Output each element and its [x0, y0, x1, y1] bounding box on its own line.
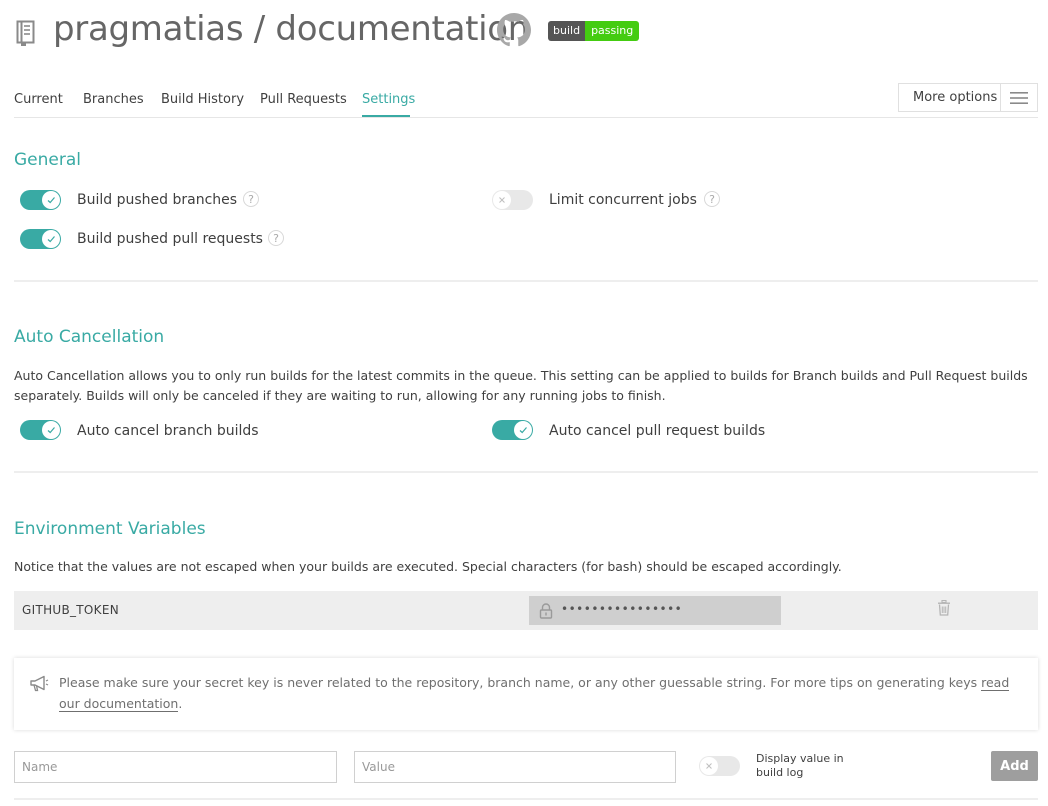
trash-icon[interactable] [937, 600, 951, 616]
env-value-input[interactable] [354, 751, 676, 783]
notice-end: . [178, 696, 183, 711]
tabs-divider [14, 117, 1038, 118]
add-env-var-button[interactable]: Add [991, 751, 1038, 781]
section-title-general: General [14, 150, 81, 170]
repository-title: pragmatias / documentation [53, 9, 530, 49]
repository-icon [16, 20, 35, 46]
display-value-label: Display value in build log [756, 752, 844, 779]
badge-status: passing [585, 21, 640, 41]
section-divider [14, 471, 1038, 473]
build-status-badge[interactable]: build passing [548, 21, 640, 41]
secret-key-notice-text: Please make sure your secret key is neve… [59, 672, 1019, 714]
tab-pull-requests[interactable]: Pull Requests [260, 92, 347, 107]
env-var-row [14, 591, 1038, 630]
toggle-display-value-in-build-log[interactable] [699, 756, 740, 776]
x-icon [700, 757, 718, 775]
toggle-auto-cancel-branch-builds[interactable] [20, 420, 61, 440]
help-icon[interactable]: ? [268, 230, 284, 246]
notice-body: Please make sure your secret key is neve… [59, 675, 982, 690]
env-vars-notice: Notice that the values are not escaped w… [14, 559, 842, 574]
more-options-label: More options [913, 90, 998, 105]
option-label: Auto cancel branch builds [77, 423, 259, 439]
section-divider [14, 280, 1038, 282]
more-options-button[interactable]: More options [898, 83, 1038, 112]
x-icon [493, 191, 511, 209]
tab-build-history[interactable]: Build History [161, 92, 244, 107]
auto-cancellation-description: Auto Cancellation allows you to only run… [14, 368, 1028, 403]
toggle-auto-cancel-pull-request-builds[interactable] [492, 420, 533, 440]
toggle-build-pushed-pull-requests[interactable] [20, 229, 61, 249]
section-title-environment-variables: Environment Variables [14, 519, 206, 539]
section-divider [14, 798, 1038, 800]
option-label: Auto cancel pull request builds [549, 423, 766, 439]
github-icon[interactable] [497, 13, 531, 47]
check-icon [42, 230, 60, 248]
tab-settings[interactable]: Settings [362, 92, 415, 107]
section-title-auto-cancellation: Auto Cancellation [14, 327, 165, 347]
badge-label: build [548, 21, 586, 41]
active-tab-indicator [362, 115, 410, 117]
env-name-input[interactable] [14, 751, 337, 783]
tab-branches[interactable]: Branches [83, 92, 144, 107]
megaphone-icon [30, 675, 49, 692]
env-var-masked-value: •••••••••••••••• [561, 602, 683, 616]
env-var-name: GITHUB_TOKEN [22, 603, 120, 617]
tab-current[interactable]: Current [14, 92, 63, 107]
option-label: Build pushed branches [77, 192, 238, 208]
help-icon[interactable]: ? [704, 191, 720, 207]
check-icon [42, 421, 60, 439]
hamburger-icon [1001, 91, 1037, 104]
lock-icon [539, 603, 553, 619]
toggle-limit-concurrent-jobs[interactable] [492, 190, 533, 210]
help-icon[interactable]: ? [243, 191, 259, 207]
toggle-build-pushed-branches[interactable] [20, 190, 61, 210]
check-icon [514, 421, 532, 439]
option-label: Build pushed pull requests [77, 231, 263, 247]
option-label: Limit concurrent jobs [549, 192, 697, 208]
check-icon [42, 191, 60, 209]
